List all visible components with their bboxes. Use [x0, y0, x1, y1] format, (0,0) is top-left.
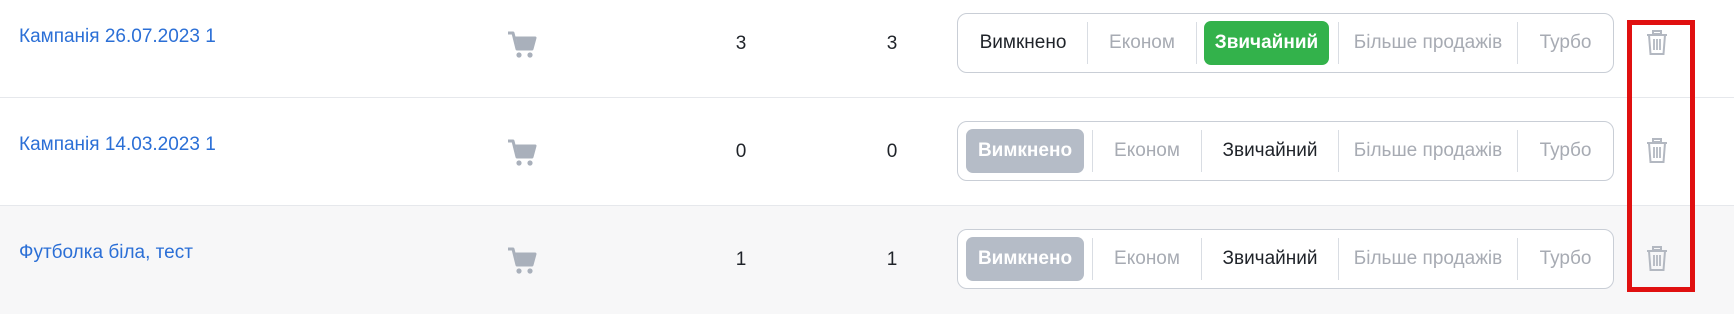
mode-option-off-active[interactable]: Вимкнено — [966, 129, 1084, 173]
campaign-name-link[interactable]: Кампанія 26.07.2023 1 — [19, 26, 216, 48]
divider — [1196, 22, 1197, 64]
stat-value-2: 0 — [886, 141, 898, 162]
stat-value-1: 1 — [735, 249, 747, 270]
mode-option-turbo[interactable]: Турбо — [1518, 14, 1613, 72]
mode-option-normal[interactable]: Звичайний — [1202, 230, 1338, 288]
trash-icon[interactable] — [1646, 246, 1668, 272]
mode-option-off[interactable]: Вимкнено — [964, 14, 1082, 72]
mode-option-more-sales[interactable]: Більше продажів — [1339, 122, 1517, 180]
table-row: Кампанія 14.03.2023 1 0 0 Вимкнено Еконо… — [0, 98, 1734, 206]
stat-value-2: 3 — [886, 33, 898, 54]
campaign-name-link[interactable]: Футболка біла, тест — [19, 242, 193, 264]
stat-value-2: 1 — [886, 249, 898, 270]
mode-option-econom[interactable]: Економ — [1093, 230, 1201, 288]
campaigns-table: Кампанія 26.07.2023 1 3 3 Вимкнено Еконо… — [0, 0, 1734, 314]
mode-option-turbo[interactable]: Турбо — [1518, 122, 1613, 180]
campaign-name-link[interactable]: Кампанія 14.03.2023 1 — [19, 134, 216, 156]
stat-value-1: 0 — [735, 141, 747, 162]
mode-option-econom[interactable]: Економ — [1088, 14, 1196, 72]
table-row: Футболка біла, тест 1 1 Вимкнено Економ … — [0, 206, 1734, 314]
mode-selector: Вимкнено Економ Звичайний Більше продажі… — [957, 229, 1614, 289]
mode-selector: Вимкнено Економ Звичайний Більше продажі… — [957, 121, 1614, 181]
shopping-cart-icon — [508, 31, 537, 58]
trash-icon[interactable] — [1646, 30, 1668, 56]
trash-icon[interactable] — [1646, 138, 1668, 164]
mode-option-normal-active[interactable]: Звичайний — [1204, 21, 1329, 65]
mode-option-turbo[interactable]: Турбо — [1518, 230, 1613, 288]
shopping-cart-icon — [508, 139, 537, 166]
shopping-cart-icon — [508, 247, 537, 274]
table-row: Кампанія 26.07.2023 1 3 3 Вимкнено Еконо… — [0, 0, 1734, 98]
mode-option-off-active[interactable]: Вимкнено — [966, 237, 1084, 281]
stat-value-1: 3 — [735, 33, 747, 54]
mode-option-more-sales[interactable]: Більше продажів — [1339, 230, 1517, 288]
mode-option-econom[interactable]: Економ — [1093, 122, 1201, 180]
mode-option-normal[interactable]: Звичайний — [1202, 122, 1338, 180]
mode-selector: Вимкнено Економ Звичайний Більше продажі… — [957, 13, 1614, 73]
mode-option-more-sales[interactable]: Більше продажів — [1339, 14, 1517, 72]
